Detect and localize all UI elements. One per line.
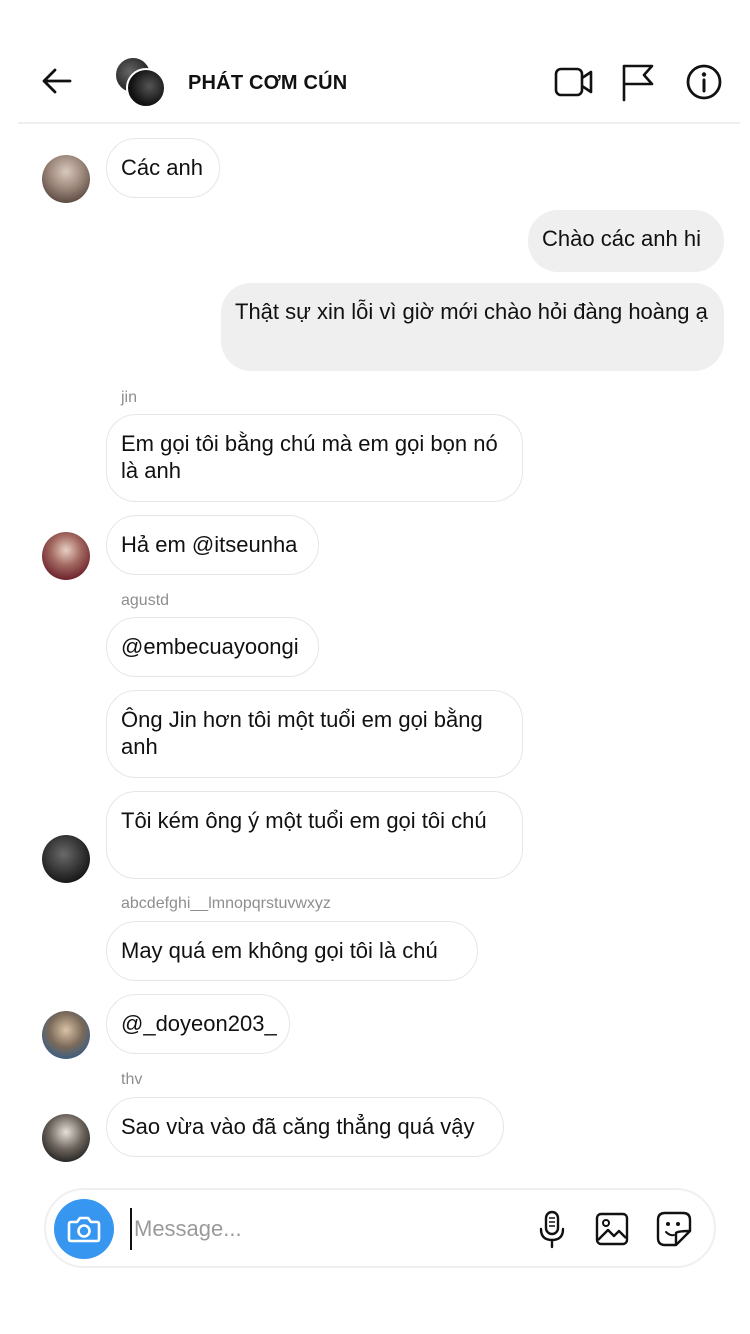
chat-title[interactable]: PHÁT CƠM CÚN xyxy=(188,72,347,95)
message-bubble[interactable]: @embecuayoongi xyxy=(106,617,319,677)
message-bubble[interactable]: Tôi kém ông ý một tuổi em gọi tôi chú xyxy=(106,791,523,879)
camera-button[interactable] xyxy=(54,1199,114,1259)
report-button[interactable] xyxy=(618,62,658,102)
avatar[interactable] xyxy=(42,1011,90,1059)
sticker-icon xyxy=(656,1211,692,1247)
message-bubble[interactable]: Chào các anh hi xyxy=(528,210,724,272)
message-bubble[interactable]: @_doyeon203_ xyxy=(106,994,290,1054)
info-icon xyxy=(686,64,722,100)
message-bubble[interactable]: May quá em không gọi tôi là chú xyxy=(106,921,478,981)
sender-name: abcdefghi__lmnopqrstuvwxyz xyxy=(121,895,331,912)
info-button[interactable] xyxy=(684,62,724,102)
message-bubble[interactable]: Sao vừa vào đã căng thẳng quá vậy xyxy=(106,1097,504,1157)
message-bubble[interactable]: Ông Jin hơn tôi một tuổi em gọi bằng anh xyxy=(106,690,523,778)
avatar[interactable] xyxy=(42,155,90,203)
message-thread[interactable]: Các anh Chào các anh hi Thật sự xin lỗi … xyxy=(0,124,750,1174)
gallery-button[interactable] xyxy=(592,1209,632,1249)
message-input[interactable] xyxy=(130,1208,516,1250)
image-icon xyxy=(595,1212,629,1246)
sticker-button[interactable] xyxy=(654,1209,694,1249)
microphone-icon xyxy=(539,1210,565,1249)
avatar[interactable] xyxy=(42,1114,90,1162)
chat-header: PHÁT CƠM CÚN xyxy=(18,44,740,124)
message-bubble[interactable]: Thật sự xin lỗi vì giờ mới chào hỏi đàng… xyxy=(221,283,724,371)
sender-name: jin xyxy=(121,389,138,406)
voice-message-button[interactable] xyxy=(532,1209,572,1249)
video-camera-icon xyxy=(554,67,593,97)
sender-name: agustd xyxy=(121,592,170,609)
member-avatar xyxy=(126,68,166,108)
camera-icon xyxy=(67,1216,101,1243)
sender-name: thv xyxy=(121,1071,143,1088)
video-call-button[interactable] xyxy=(554,62,594,102)
avatar[interactable] xyxy=(42,532,90,580)
back-button[interactable] xyxy=(40,64,74,98)
flag-icon xyxy=(622,64,654,102)
message-bubble[interactable]: Hả em @itseunha xyxy=(106,515,319,575)
message-bubble[interactable]: Em gọi tôi bằng chú mà em gọi bọn nó là … xyxy=(106,414,523,502)
avatar[interactable] xyxy=(42,835,90,883)
message-composer xyxy=(44,1188,716,1268)
arrow-left-icon xyxy=(42,68,72,94)
group-avatar[interactable] xyxy=(114,56,166,108)
message-bubble[interactable]: Các anh xyxy=(106,138,220,198)
